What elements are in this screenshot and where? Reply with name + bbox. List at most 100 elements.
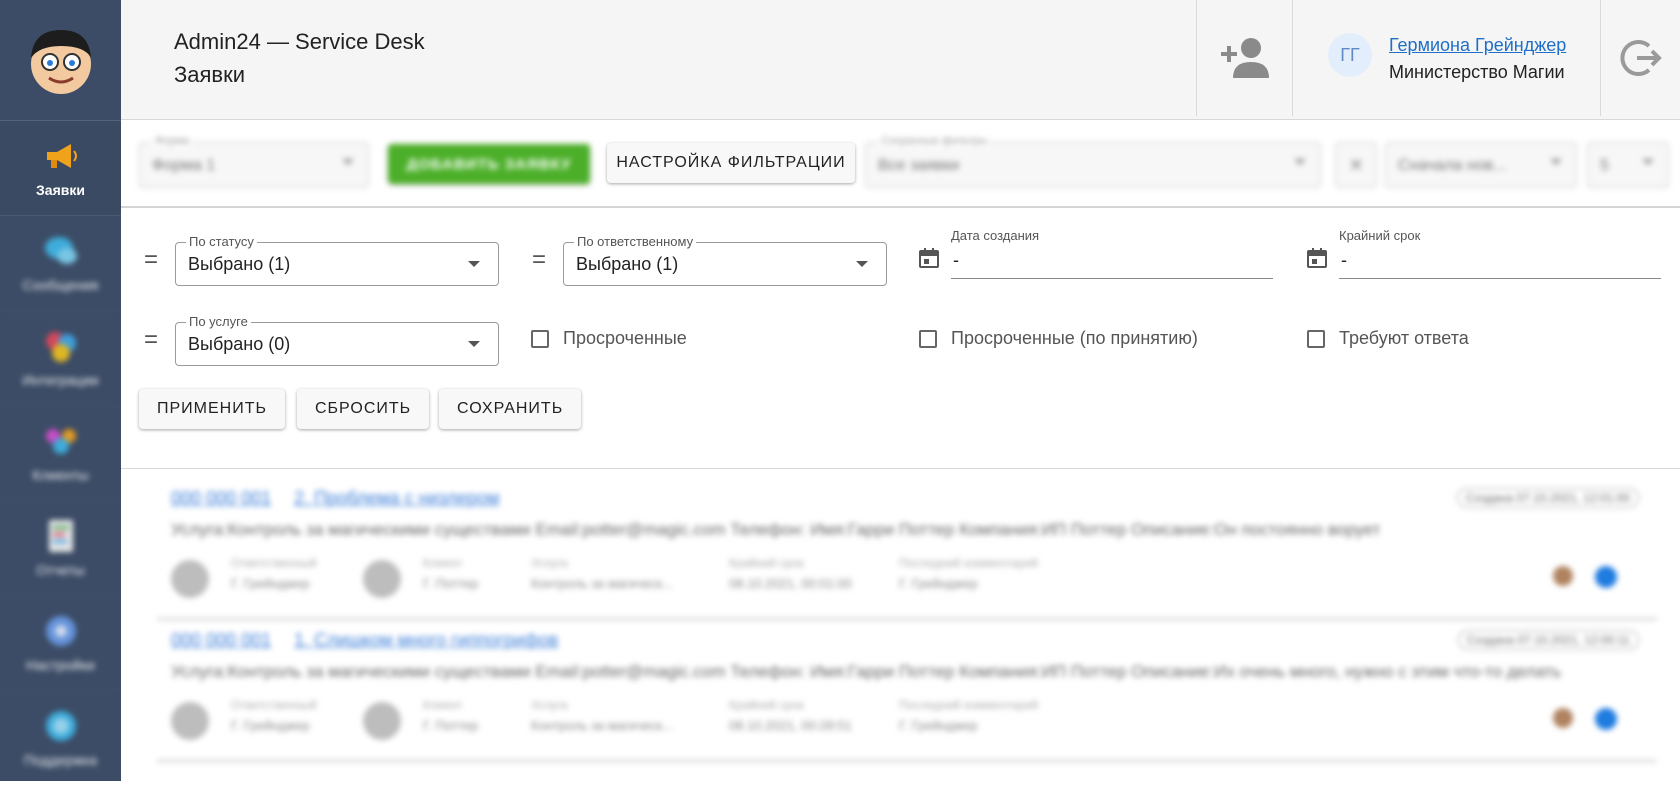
service-filter-select[interactable]: По услуге Выбрано (0)	[175, 314, 499, 366]
sidebar-item-label: Поддержка	[23, 752, 98, 768]
chevron-down-icon	[1642, 159, 1654, 165]
checkbox-box[interactable]	[531, 329, 549, 348]
ticket-responsible: Ответственный Г. Грейнджер	[231, 698, 317, 733]
created-date-label: Дата создания	[951, 228, 1040, 243]
header-divider	[1196, 0, 1197, 116]
saved-filters-select[interactable]: Сохранные фильтры Все заявки	[865, 135, 1321, 188]
sidebar-item-label: Сообщения	[22, 277, 99, 293]
sidebar-item-support[interactable]: Поддержка	[0, 691, 121, 785]
calendar-icon[interactable]	[1305, 246, 1329, 270]
status-filter-value: Выбрано (1)	[188, 254, 291, 274]
sidebar-item-integrations[interactable]: Интеграции	[0, 311, 121, 406]
reports-icon	[43, 518, 79, 554]
ticket-title-link[interactable]: 2. Проблема с низлером	[294, 488, 499, 508]
deadline-date-value: -	[1341, 250, 1347, 270]
overdue-accept-checkbox[interactable]: Просроченные (по принятию)	[919, 328, 1198, 349]
sidebar-item-clients[interactable]: Клиенты	[0, 406, 121, 501]
per-page-select[interactable]: 5	[1587, 142, 1669, 188]
status-filter-select[interactable]: По статусу Выбрано (1)	[175, 234, 499, 286]
responsible-filter-select[interactable]: По ответственному Выбрано (1)	[563, 234, 887, 286]
integrations-icon	[43, 328, 79, 364]
ticket-responsible: Ответственный Г. Грейнджер	[231, 556, 317, 591]
chevron-down-icon	[342, 159, 354, 165]
deadline-date-label: Крайний срок	[1339, 228, 1421, 243]
avatar	[171, 560, 209, 598]
per-page-value: 5	[1600, 157, 1609, 174]
filter-panel: = По статусу Выбрано (1) = По ответствен…	[121, 208, 1680, 469]
form-select-value: Форма 1	[152, 157, 216, 174]
reset-button[interactable]: СБРОСИТЬ	[297, 389, 430, 429]
overdue-label: Просроченные	[563, 328, 687, 348]
sidebar-item-label: Настройки	[26, 657, 95, 673]
sidebar-item-label: Клиенты	[32, 467, 89, 483]
saved-filters-value: Все заявки	[878, 157, 960, 174]
status-indicator-icon	[1595, 708, 1617, 730]
ticket-deadline: Крайний срок 08.10.2021, 00:01:00	[729, 556, 852, 591]
equals-operator-status[interactable]: =	[141, 246, 161, 274]
form-select[interactable]: Форма Форма 1	[139, 135, 369, 188]
filter-settings-button[interactable]: НАСТРОЙКА ФИЛЬТРАЦИИ	[607, 143, 855, 183]
chevron-down-icon	[468, 341, 480, 347]
app-title: Admin24 — Service Desk	[174, 29, 425, 54]
app-header: Admin24 — Service Desk Заявки ГГ Гермион…	[121, 0, 1680, 120]
checkbox-box[interactable]	[919, 329, 937, 348]
ticket-last-comment: Последний комментарий Г. Грейнджер	[899, 698, 1039, 733]
apply-button[interactable]: ПРИМЕНИТЬ	[139, 389, 285, 429]
chevron-down-icon	[856, 261, 868, 267]
megaphone-icon	[43, 138, 79, 174]
chevron-down-icon	[1294, 159, 1306, 165]
ticket-card[interactable]: 000 000 001 2. Проблема с низлером Созда…	[157, 480, 1657, 620]
ticket-description: Услуга:Контроль за магическими существам…	[171, 662, 1562, 681]
clear-filter-button[interactable]: ✕	[1335, 142, 1377, 188]
support-icon	[43, 708, 79, 744]
avatar	[363, 560, 401, 598]
sidebar-item-reports[interactable]: Отчеты	[0, 501, 121, 596]
user-organization: Министерство Магии	[1389, 62, 1565, 82]
service-filter-value: Выбрано (0)	[188, 334, 291, 354]
equals-operator-service[interactable]: =	[141, 326, 161, 354]
add-ticket-button[interactable]: ДОБАВИТЬ ЗАЯВКУ	[388, 144, 590, 184]
user-name-link[interactable]: Гермиона Грейнджер	[1389, 35, 1566, 56]
sort-select[interactable]: Сначала нов...	[1385, 142, 1577, 188]
overdue-checkbox[interactable]: Просроченные	[531, 328, 687, 349]
add-user-button[interactable]	[1219, 36, 1275, 80]
created-date-field[interactable]: Дата создания -	[951, 228, 1273, 279]
avatar	[171, 702, 209, 740]
ticket-service: Услуга Контроль за магическ...	[531, 556, 674, 591]
form-select-label: Форма	[152, 135, 193, 147]
equals-operator-responsible[interactable]: =	[529, 246, 549, 274]
sidebar-item-label: Отчеты	[36, 562, 85, 578]
chat-icon	[43, 233, 79, 269]
save-filter-button[interactable]: СОХРАНИТЬ	[439, 389, 582, 429]
sidebar-item-messages[interactable]: Сообщения	[0, 216, 121, 311]
need-reply-checkbox[interactable]: Требуют ответа	[1307, 328, 1469, 349]
sidebar-item-label: Интеграции	[22, 372, 99, 388]
sidebar: Заявки Сообщения Интеграции Клиенты Отче…	[0, 0, 121, 781]
ticket-number-link[interactable]: 000 000 001	[171, 630, 271, 650]
ticket-number-link[interactable]: 000 000 001	[171, 488, 271, 508]
ticket-deadline: Крайний срок 08.10.2021, 00:28:51	[729, 698, 852, 733]
calendar-icon[interactable]	[917, 246, 941, 270]
add-user-icon	[1221, 38, 1269, 78]
checkbox-box[interactable]	[1307, 329, 1325, 348]
ticket-card[interactable]: 000 000 001 1. Слишком много гиппогрифов…	[157, 622, 1657, 762]
clients-icon	[43, 423, 79, 459]
ticket-description: Услуга:Контроль за магическими существам…	[171, 520, 1381, 539]
chevron-down-icon	[1550, 159, 1562, 165]
ticket-title-link[interactable]: 1. Слишком много гиппогрифов	[294, 630, 558, 650]
sort-select-value: Сначала нов...	[1398, 157, 1507, 174]
responsible-filter-value: Выбрано (1)	[576, 254, 679, 274]
ticket-list: 000 000 001 2. Проблема с низлером Созда…	[121, 470, 1680, 781]
chevron-down-icon	[468, 261, 480, 267]
user-avatar[interactable]: ГГ	[1328, 33, 1372, 77]
sidebar-item-tickets[interactable]: Заявки	[0, 121, 121, 216]
logout-button[interactable]	[1619, 36, 1663, 80]
saved-filters-label: Сохранные фильтры	[878, 135, 991, 147]
deadline-date-field[interactable]: Крайний срок -	[1339, 228, 1661, 279]
avatar	[1553, 708, 1573, 728]
avatar	[363, 702, 401, 740]
need-reply-label: Требуют ответа	[1339, 328, 1469, 348]
app-logo[interactable]	[0, 0, 121, 121]
sidebar-item-settings[interactable]: Настройки	[0, 596, 121, 691]
responsible-filter-label: По ответственному	[574, 234, 697, 249]
